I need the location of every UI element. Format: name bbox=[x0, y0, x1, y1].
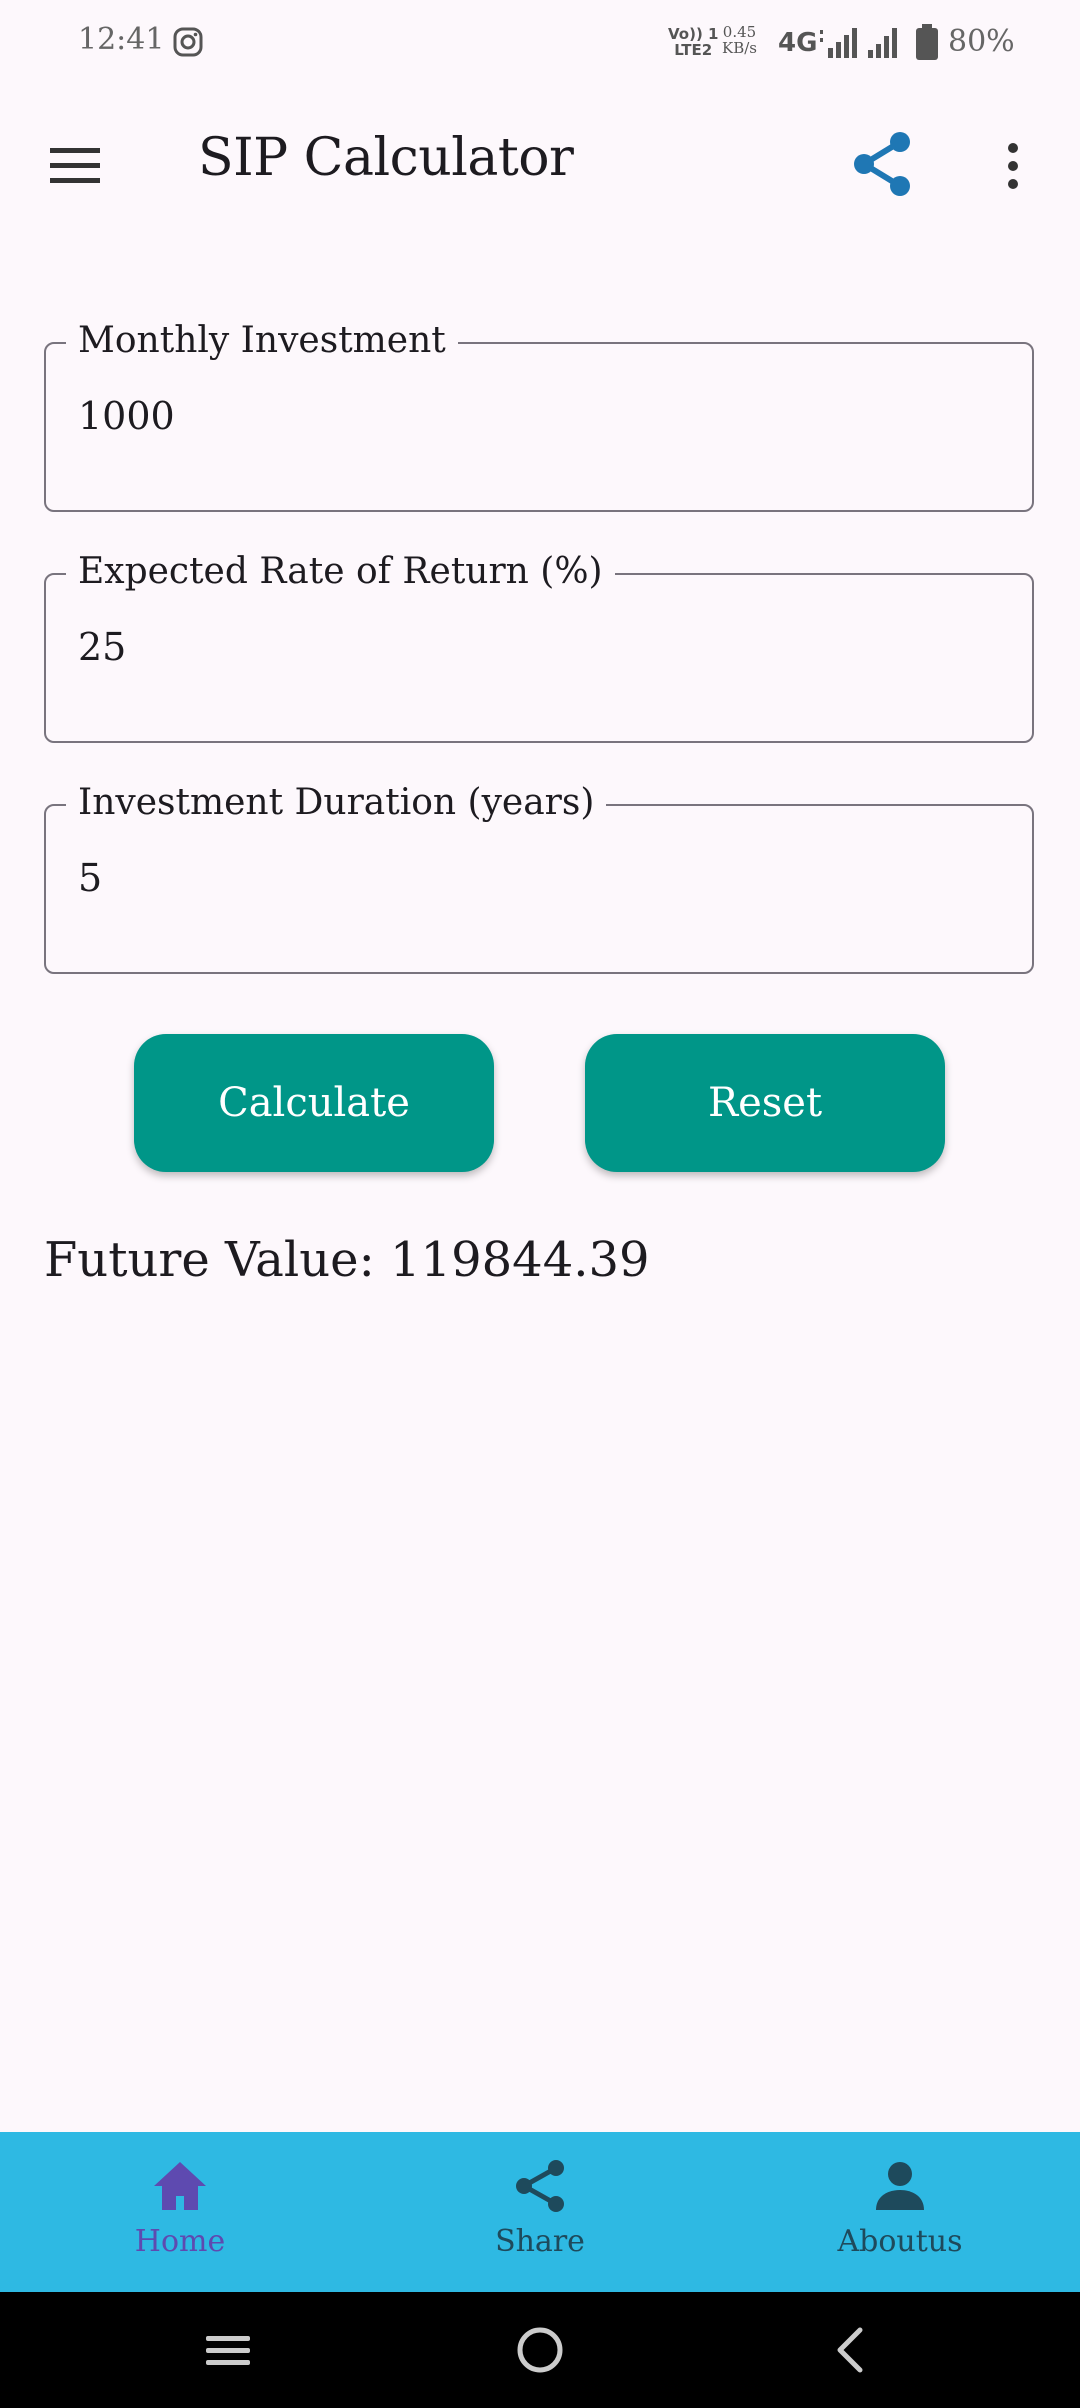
status-time: 12:41 bbox=[78, 22, 165, 57]
reset-button[interactable]: Reset bbox=[585, 1034, 945, 1172]
bottom-navigation: Home Share Aboutus bbox=[0, 2132, 1080, 2292]
nav-label-home: Home bbox=[134, 2224, 226, 2259]
more-vert-icon[interactable] bbox=[998, 140, 1028, 192]
network-type: 4G bbox=[778, 28, 818, 58]
signal-icon bbox=[820, 28, 857, 58]
monthly-investment-input[interactable] bbox=[78, 394, 998, 438]
system-navigation-bar bbox=[0, 2292, 1080, 2408]
battery-icon bbox=[916, 24, 938, 60]
person-icon bbox=[876, 2162, 924, 2210]
app-bar: SIP Calculator bbox=[0, 100, 1080, 230]
nav-label-share: Share bbox=[495, 2224, 585, 2259]
battery-percentage: 80% bbox=[948, 24, 1015, 59]
back-icon[interactable] bbox=[820, 2320, 880, 2380]
rate-of-return-label: Expected Rate of Return (%) bbox=[66, 551, 615, 592]
monthly-investment-label: Monthly Investment bbox=[66, 320, 458, 361]
recents-icon[interactable] bbox=[198, 2320, 258, 2380]
investment-duration-input[interactable] bbox=[78, 856, 998, 900]
future-value-result: Future Value: 119844.39 bbox=[44, 1232, 650, 1288]
home-icon bbox=[154, 2162, 206, 2210]
status-bar: 12:41 Vo)) 1 LTE2 0.45 KB/s 4G 80% bbox=[0, 0, 1080, 86]
rate-of-return-input[interactable] bbox=[78, 625, 998, 669]
instagram-icon bbox=[173, 27, 203, 57]
rate-of-return-field[interactable]: Expected Rate of Return (%) bbox=[44, 551, 1034, 743]
investment-duration-field[interactable]: Investment Duration (years) bbox=[44, 782, 1034, 974]
nav-item-home[interactable]: Home bbox=[0, 2132, 360, 2292]
page-title: SIP Calculator bbox=[198, 128, 574, 188]
nav-label-aboutus: Aboutus bbox=[837, 2224, 963, 2259]
nav-item-share[interactable]: Share bbox=[360, 2132, 720, 2292]
share-icon[interactable] bbox=[846, 128, 918, 200]
nav-item-aboutus[interactable]: Aboutus bbox=[720, 2132, 1080, 2292]
signal-icon bbox=[868, 28, 897, 58]
share-icon bbox=[516, 2160, 564, 2212]
network-speed: 0.45 KB/s bbox=[722, 23, 757, 57]
investment-duration-label: Investment Duration (years) bbox=[66, 782, 607, 823]
calculate-button[interactable]: Calculate bbox=[134, 1034, 494, 1172]
home-circle-icon[interactable] bbox=[510, 2320, 570, 2380]
monthly-investment-field[interactable]: Monthly Investment bbox=[44, 320, 1034, 512]
volte-indicator: Vo)) 1 LTE2 bbox=[668, 25, 719, 59]
menu-icon[interactable] bbox=[46, 144, 104, 188]
